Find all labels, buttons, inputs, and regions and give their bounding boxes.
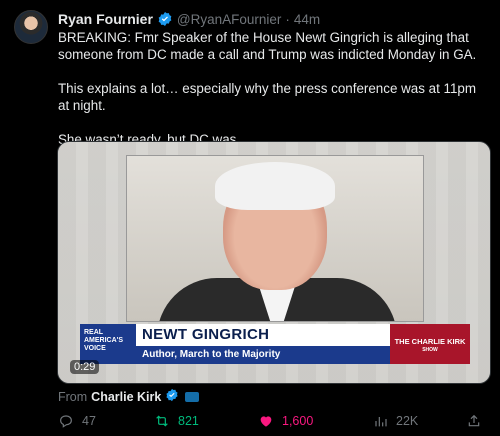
heart-icon (260, 416, 272, 427)
reply-button[interactable]: 47 (58, 413, 96, 429)
show-logo: THE CHARLIE KIRK SHOW (390, 324, 470, 364)
affiliate-badge-icon (185, 391, 200, 402)
author-handle[interactable]: @RyanAFournier (177, 12, 282, 27)
source-name[interactable]: Charlie Kirk (91, 390, 161, 404)
verified-badge-icon (165, 388, 179, 405)
source-attribution: From Charlie Kirk (58, 388, 200, 405)
tweet[interactable]: Ryan Fournier @RyanAFournier · 44m BREAK… (0, 0, 500, 436)
source-prefix: From (58, 389, 88, 404)
show-sub: SHOW (422, 347, 438, 353)
retweet-count: 821 (178, 414, 199, 428)
like-button[interactable]: 1,600 (258, 413, 313, 429)
share-button[interactable] (466, 413, 482, 429)
share-icon (468, 414, 480, 427)
separator-dot: · (285, 11, 290, 27)
video-duration: 0:29 (70, 360, 100, 374)
author-name[interactable]: Ryan Fournier (58, 11, 153, 27)
tweet-text: BREAKING: Fmr Speaker of the House Newt … (58, 29, 488, 148)
views-icon (375, 417, 387, 427)
video-player[interactable]: REAL AMERICA'S VOICE NEWT GINGRICH Autho… (57, 141, 491, 384)
action-bar: 47 821 1,600 22K (58, 413, 488, 431)
timestamp[interactable]: 44m (294, 12, 320, 27)
lower-third-title: Author, March to the Majority (136, 346, 390, 364)
lower-third-name: NEWT GINGRICH (136, 324, 390, 346)
show-name: THE CHARLIE KIRK (394, 337, 466, 346)
tweet-header: Ryan Fournier @RyanAFournier · 44m (58, 11, 320, 27)
reply-icon (60, 415, 72, 428)
lower-third: REAL AMERICA'S VOICE NEWT GINGRICH Autho… (80, 324, 470, 364)
retweet-button[interactable]: 821 (154, 413, 199, 429)
reply-count: 47 (82, 414, 96, 428)
retweet-icon (156, 415, 168, 427)
like-count: 1,600 (282, 414, 314, 428)
avatar[interactable] (14, 10, 48, 44)
view-count: 22K (396, 414, 419, 428)
verified-badge-icon (157, 11, 173, 27)
network-logo: REAL AMERICA'S VOICE (80, 324, 136, 364)
video-frame (126, 155, 424, 322)
tweet-paragraph: This explains a lot… especially why the … (58, 81, 477, 113)
tweet-paragraph: BREAKING: Fmr Speaker of the House Newt … (58, 30, 477, 62)
views-button[interactable]: 22K (372, 413, 418, 429)
